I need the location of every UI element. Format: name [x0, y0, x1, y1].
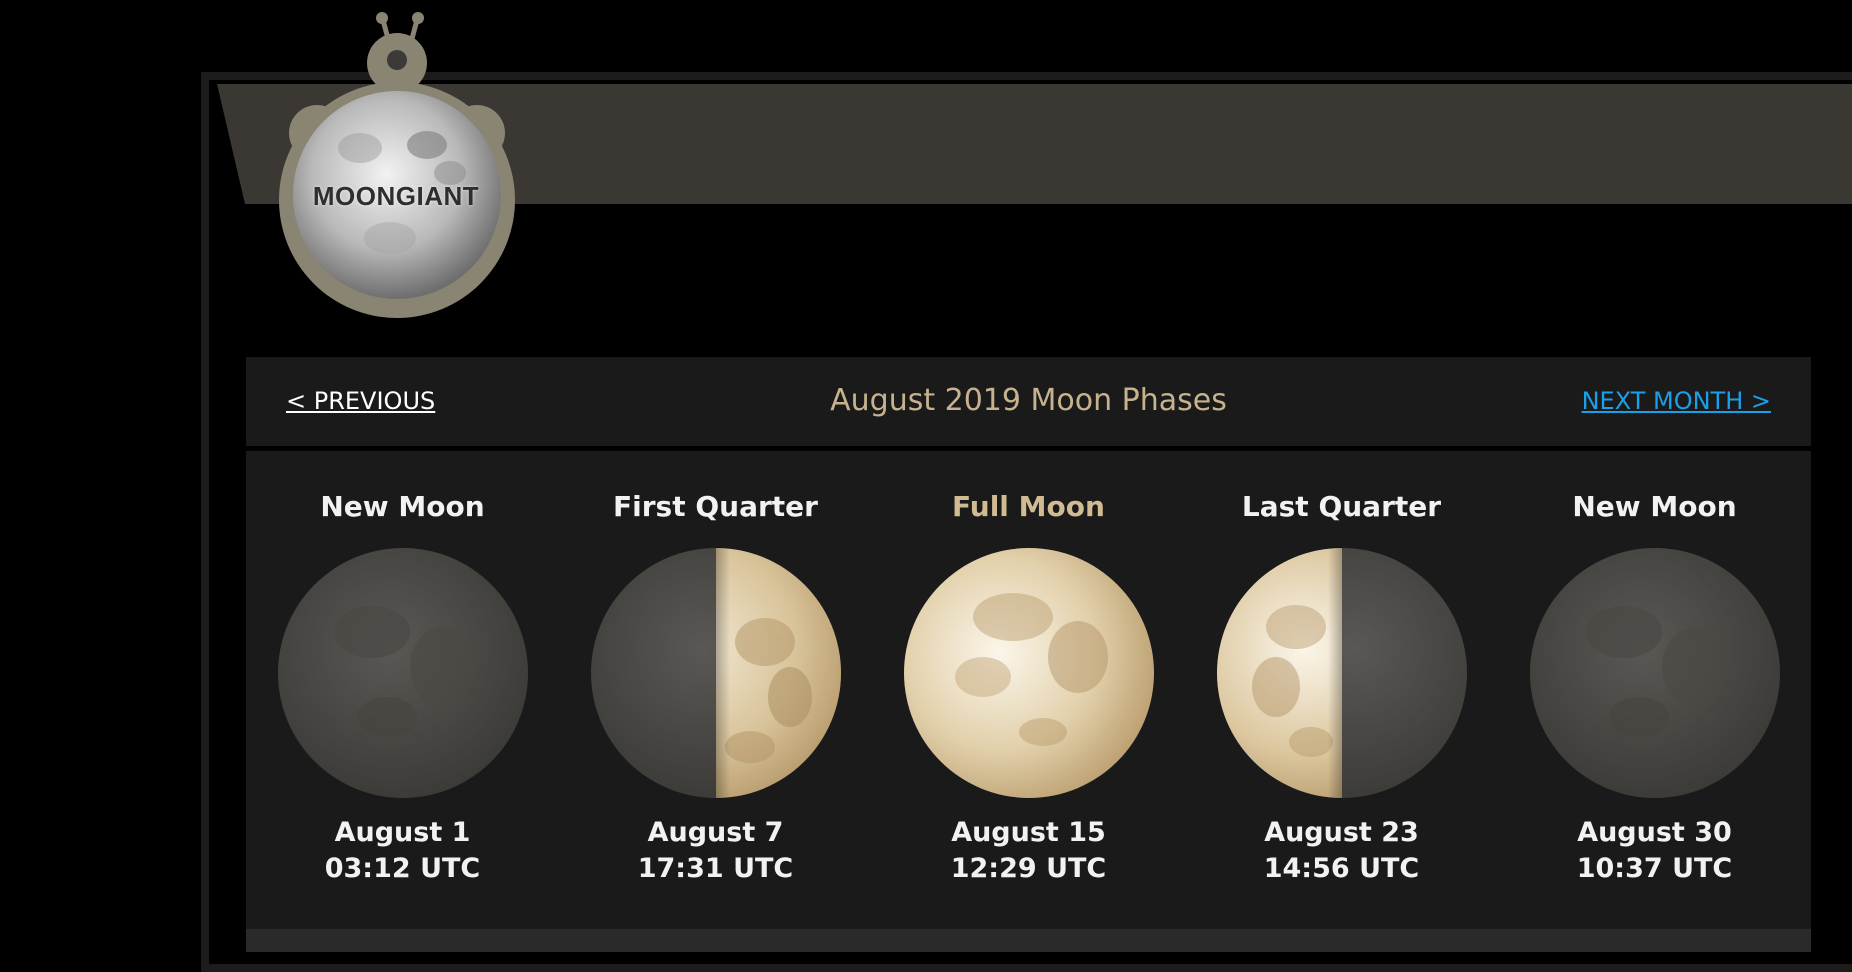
phase-date: August 30 [1577, 817, 1732, 848]
phase-item[interactable]: New Moon August 1 03:12 UTC [246, 451, 559, 929]
phase-name: Full Moon [952, 490, 1105, 523]
phase-name: New Moon [1572, 490, 1737, 523]
phase-date: August 7 [647, 817, 784, 848]
phase-time: 12:29 UTC [950, 853, 1107, 884]
phase-date: August 23 [1264, 817, 1419, 848]
new-moon-icon [1530, 548, 1780, 798]
phase-item[interactable]: Last Quarter August 23 14:56 UTC [1185, 451, 1498, 929]
full-moon-icon [904, 548, 1154, 798]
phase-name: First Quarter [613, 490, 818, 523]
page-title: August 2019 Moon Phases [830, 383, 1227, 418]
phase-time: 10:37 UTC [1576, 853, 1733, 884]
phase-item[interactable]: New Moon August 30 10:37 UTC [1498, 451, 1811, 929]
moongiant-logo[interactable] [270, 8, 530, 328]
month-nav-bar: < PREVIOUS August 2019 Moon Phases NEXT … [246, 357, 1811, 446]
phase-date: August 1 [334, 817, 471, 848]
moon-phases-panel: New Moon August 1 03:12 UTC First Quarte… [246, 451, 1811, 929]
phase-name: New Moon [320, 490, 485, 523]
phase-date: August 15 [951, 817, 1106, 848]
phase-name: Last Quarter [1241, 490, 1442, 523]
new-moon-icon [278, 548, 528, 798]
phase-item[interactable]: Full Moon August 15 12:29 UTC [872, 451, 1185, 929]
first-quarter-moon-icon [591, 547, 841, 799]
phase-time: 03:12 UTC [324, 853, 481, 884]
phase-time: 17:31 UTC [637, 853, 794, 884]
phase-time: 14:56 UTC [1263, 853, 1420, 884]
logo-text: MOONGIANT [312, 181, 480, 211]
next-month-link[interactable]: NEXT MONTH > [1582, 387, 1771, 415]
phase-item[interactable]: First Quarter August 7 17:31 UTC [559, 451, 872, 929]
bottom-strip [246, 929, 1811, 952]
last-quarter-moon-icon [1217, 547, 1467, 799]
